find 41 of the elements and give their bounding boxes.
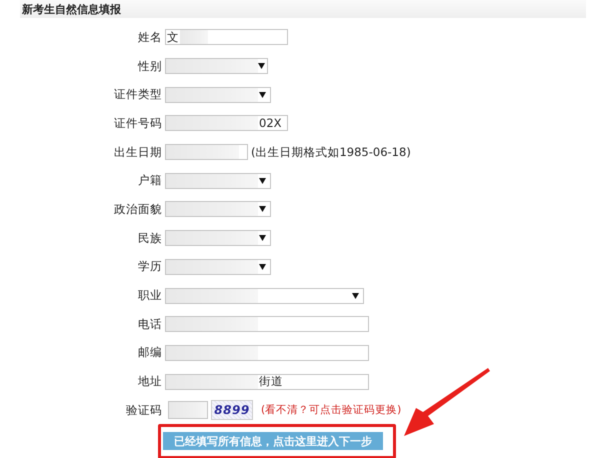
captcha-image[interactable]: 8899 bbox=[211, 400, 253, 420]
caret-icon bbox=[259, 178, 266, 184]
field-label: 电话 bbox=[138, 316, 162, 332]
input-field[interactable] bbox=[168, 401, 208, 420]
dropdown[interactable] bbox=[165, 230, 271, 246]
caret-icon bbox=[352, 292, 359, 299]
dropdown[interactable] bbox=[165, 58, 268, 74]
input-field[interactable]: 文 bbox=[165, 29, 288, 46]
field-label: 职业 bbox=[138, 288, 162, 304]
redaction-blur bbox=[169, 402, 207, 418]
field-label: 姓名 bbox=[138, 30, 162, 45]
dropdown[interactable] bbox=[165, 172, 271, 189]
field-label: 政治面貌 bbox=[114, 202, 162, 217]
field-label: 户籍 bbox=[138, 173, 162, 188]
dropdown[interactable] bbox=[165, 258, 271, 275]
field-label: 出生日期 bbox=[114, 144, 162, 160]
input-field[interactable]: 02X bbox=[165, 115, 288, 132]
field-label: 邮编 bbox=[138, 345, 162, 360]
field-label: 性别 bbox=[138, 58, 162, 74]
dropdown[interactable] bbox=[165, 288, 364, 304]
captcha-hint: (看不清？可点击验证码更换) bbox=[261, 403, 402, 418]
caret-icon bbox=[259, 264, 266, 270]
redaction-blur bbox=[180, 30, 208, 44]
caret-icon bbox=[259, 206, 266, 212]
input-field[interactable]: 街道 bbox=[165, 374, 369, 390]
caret-icon bbox=[259, 235, 266, 242]
section-title: 新考生自然信息填报 bbox=[22, 2, 121, 16]
input-field[interactable] bbox=[165, 344, 369, 361]
caret-icon bbox=[259, 92, 266, 98]
dropdown[interactable] bbox=[165, 86, 271, 103]
input-field[interactable] bbox=[165, 316, 369, 332]
caret-icon bbox=[258, 63, 265, 70]
field-label: 验证码 bbox=[126, 402, 162, 418]
field-label: 证件类型 bbox=[114, 87, 162, 102]
field-label: 民族 bbox=[138, 230, 162, 246]
date-format-hint: (出生日期格式如1985-06-18) bbox=[251, 144, 411, 160]
field-label: 学历 bbox=[138, 259, 162, 274]
field-label: 地址 bbox=[138, 374, 162, 390]
input-field[interactable] bbox=[165, 144, 248, 160]
dropdown[interactable] bbox=[165, 201, 271, 218]
field-label: 证件号码 bbox=[114, 116, 162, 131]
